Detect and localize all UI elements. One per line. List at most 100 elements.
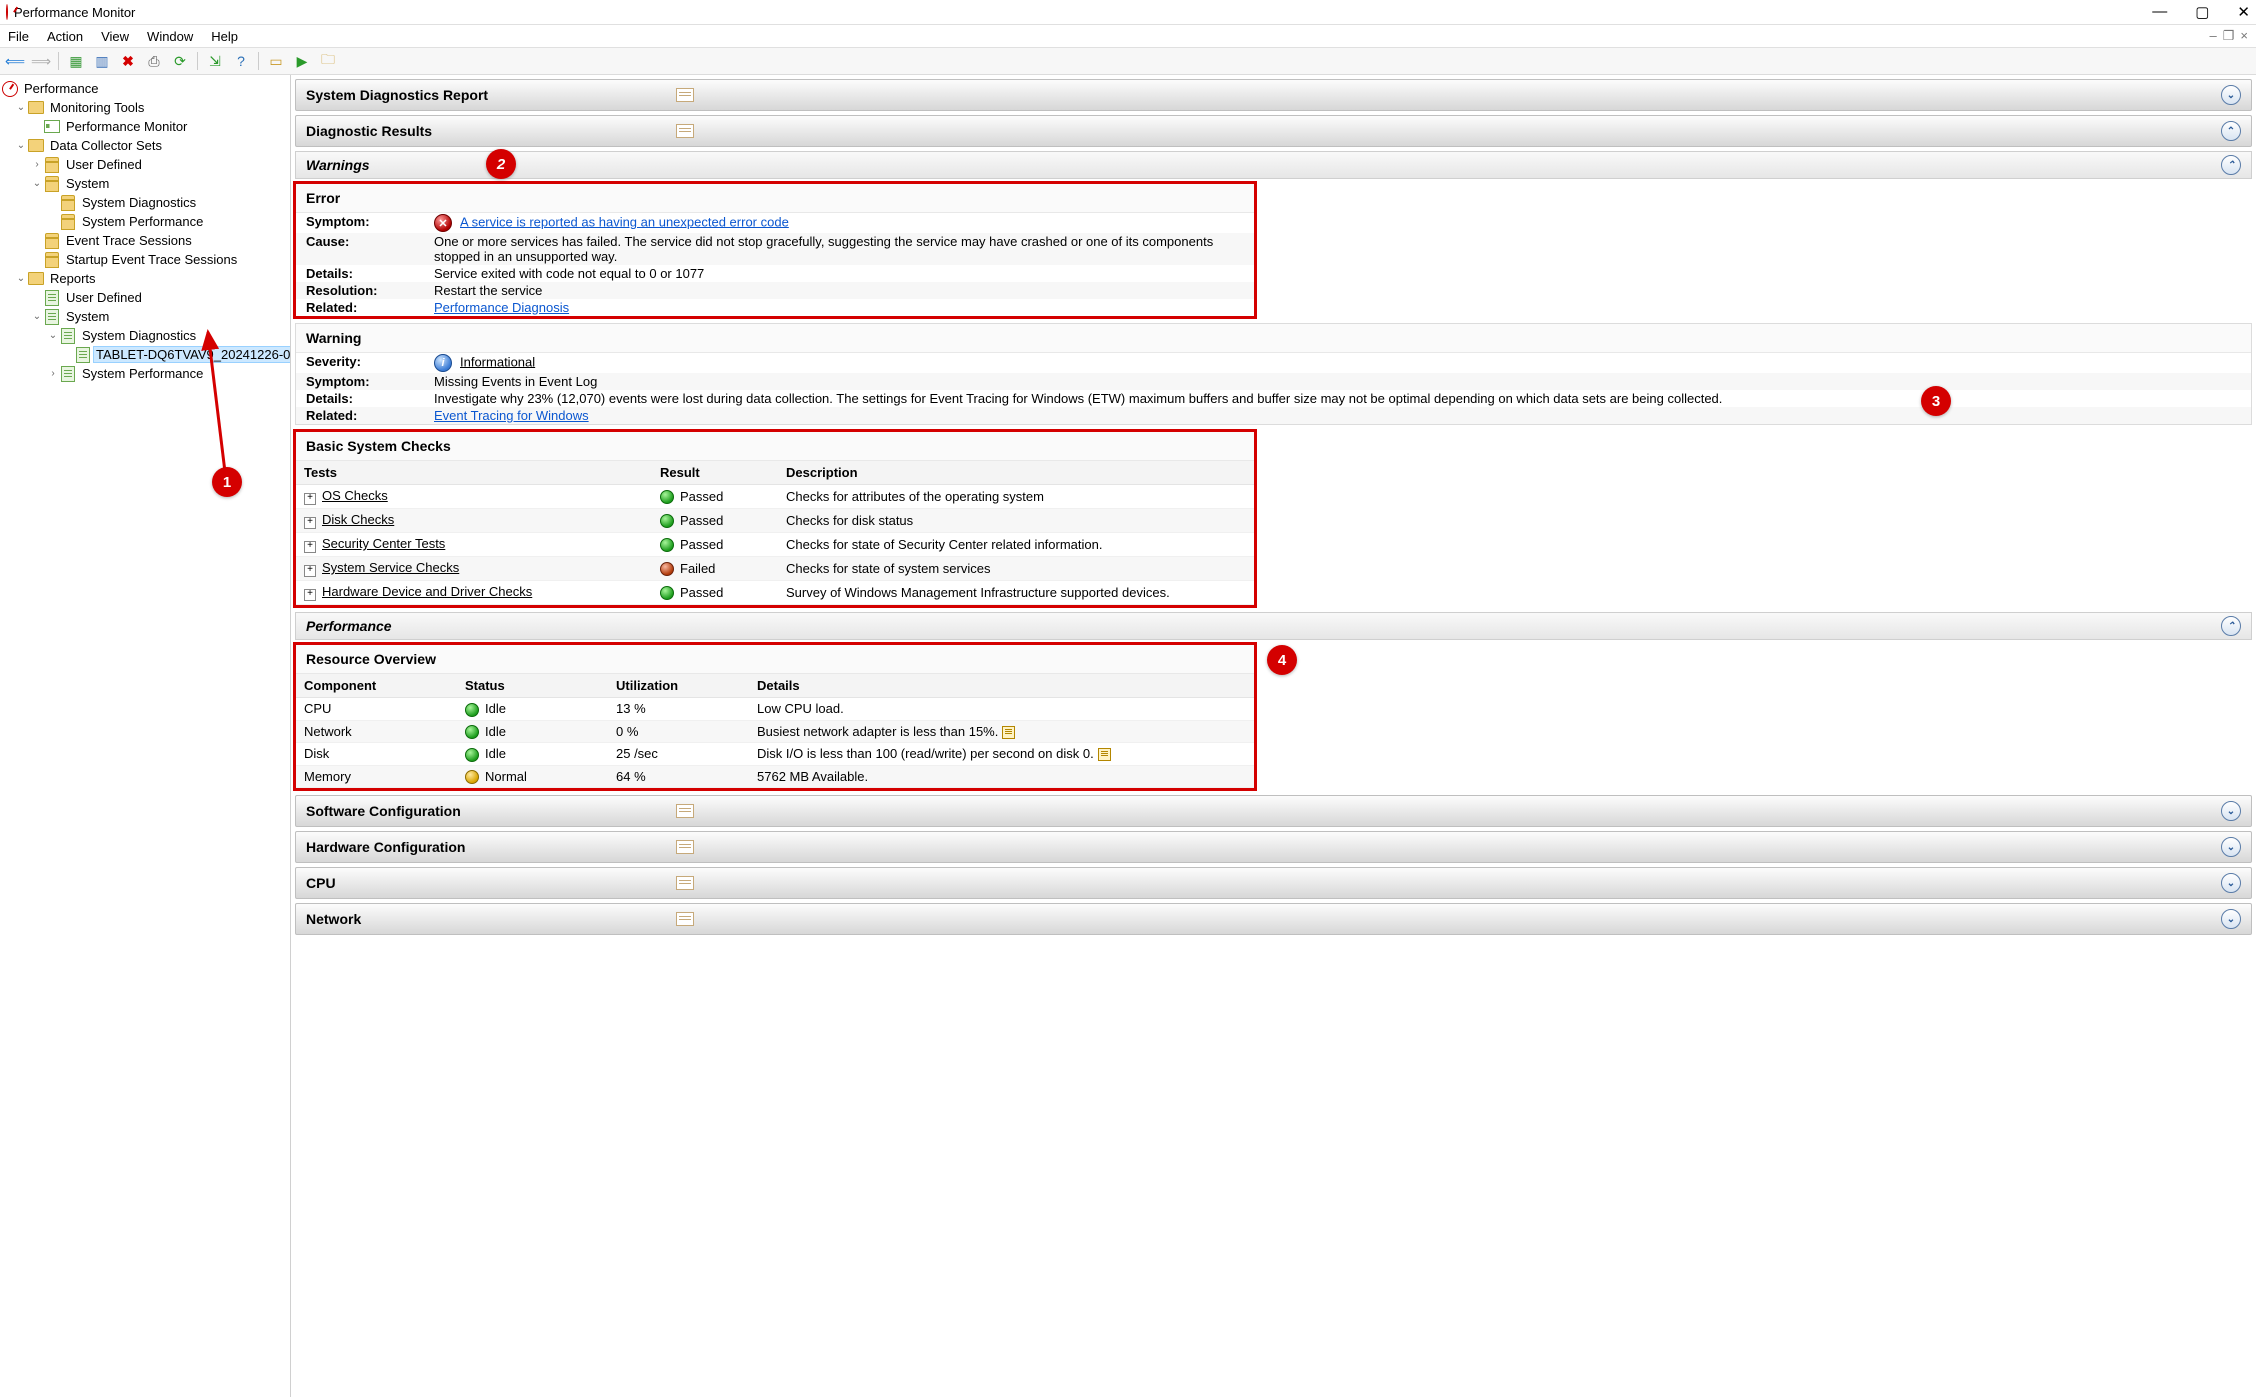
tree-ets[interactable]: Event Trace Sessions [0,231,290,250]
warning-severity-link[interactable]: Informational [460,354,535,369]
status-dot-icon [465,703,479,717]
report-content[interactable]: System Diagnostics Report⌄ Diagnostic Re… [291,75,2256,1397]
tree-dcs-system[interactable]: ⌄System [0,174,290,193]
collapse-icon[interactable]: ⌄ [14,273,28,284]
expand-toggle-icon[interactable]: ⌄ [2221,873,2241,893]
toolbar-show-icon[interactable]: ▥ [91,50,113,72]
table-icon [676,876,694,890]
status-dot-icon [660,514,674,528]
warning-panel: Warning Severity:iInformational Symptom:… [295,323,2252,425]
resov-table: Component Status Utilization Details CPU… [296,674,1254,788]
close-button[interactable]: ✕ [2237,3,2250,21]
status-dot-icon [660,562,674,576]
annotation-arrow-1 [200,327,240,477]
expand-row-icon[interactable]: + [304,565,316,577]
performance-header[interactable]: Performance⌃ [295,612,2252,640]
error-related-link[interactable]: Performance Diagnosis [434,300,569,315]
expand-toggle-icon[interactable]: ⌄ [2221,85,2241,105]
expand-toggle-icon[interactable]: ⌄ [2221,837,2241,857]
tree-reports-system[interactable]: ⌄System [0,307,290,326]
tree-reports-sys-diag[interactable]: ⌄System Diagnostics [0,326,290,345]
window-title: Performance Monitor [14,5,135,20]
navigation-tree[interactable]: Performance ⌄Monitoring Tools Performanc… [0,75,291,1397]
sw-config-header[interactable]: Software Configuration⌄ [295,795,2252,827]
minimize-button[interactable]: — [2152,3,2167,21]
app-icon [6,5,8,19]
bsc-test-link[interactable]: Hardware Device and Driver Checks [322,584,532,599]
tree-reports-sys-perf[interactable]: ›System Performance [0,364,290,383]
table-icon [676,804,694,818]
collapse-icon[interactable]: ⌄ [30,311,44,322]
resource-overview-panel: Resource Overview Component Status Utili… [295,644,1255,789]
toolbar-refresh-icon[interactable]: ⟳ [169,50,191,72]
cpu-header[interactable]: CPU⌄ [295,867,2252,899]
menu-view[interactable]: View [101,29,129,44]
back-button[interactable]: ⟸ [4,50,26,72]
error-symptom-link[interactable]: A service is reported as having an unexp… [460,214,789,229]
expand-toggle-icon[interactable]: ⌄ [2221,801,2241,821]
bsc-test-link[interactable]: System Service Checks [322,560,459,575]
tree-startup-ets[interactable]: Startup Event Trace Sessions [0,250,290,269]
toolbar-delete-icon[interactable]: ✖ [117,50,139,72]
collapse-icon[interactable]: ⌄ [46,330,60,341]
mdi-close-icon[interactable]: × [2240,28,2248,44]
sdr-header[interactable]: System Diagnostics Report⌄ [295,79,2252,111]
warnings-header[interactable]: Warnings⌃ 2 [295,151,2252,179]
note-icon[interactable] [1098,748,1111,761]
note-icon[interactable] [1002,726,1015,739]
collapse-toggle-icon[interactable]: ⌃ [2221,155,2241,175]
title-bar: Performance Monitor — ▢ ✕ [0,0,2256,25]
status-dot-icon [660,538,674,552]
menu-window[interactable]: Window [147,29,193,44]
diag-results-header[interactable]: Diagnostic Results⌃ [295,115,2252,147]
collapse-toggle-icon[interactable]: ⌃ [2221,121,2241,141]
network-header[interactable]: Network⌄ [295,903,2252,935]
toolbar: ⟸ ⟹ ▦ ▥ ✖ ⎙ ⟳ ⇲ ? ▭ ▶ 🗀 [0,48,2256,75]
expand-icon[interactable]: › [46,368,60,379]
table-icon [676,840,694,854]
toolbar-export-icon[interactable]: ⇲ [204,50,226,72]
bsc-test-link[interactable]: Security Center Tests [322,536,445,551]
tree-dcs-user-defined[interactable]: ›User Defined [0,155,290,174]
toolbar-folder-icon[interactable]: 🗀 [317,50,339,72]
expand-row-icon[interactable]: + [304,493,316,505]
menu-help[interactable]: Help [211,29,238,44]
expand-row-icon[interactable]: + [304,541,316,553]
toolbar-print-icon[interactable]: ⎙ [143,50,165,72]
tree-reports-user-defined[interactable]: User Defined [0,288,290,307]
tree-performance-monitor[interactable]: Performance Monitor [0,117,290,136]
toolbar-help-icon[interactable]: ? [230,50,252,72]
collapse-icon[interactable]: ⌄ [14,102,28,113]
tree-monitoring-tools[interactable]: ⌄Monitoring Tools [0,98,290,117]
toolbar-play-icon[interactable]: ▶ [291,50,313,72]
toolbar-window-icon[interactable]: ▭ [265,50,287,72]
annotation-callout-2: 2 [486,149,516,179]
db-icon [44,233,60,249]
warning-related-link[interactable]: Event Tracing for Windows [434,408,589,423]
expand-toggle-icon[interactable]: ⌄ [2221,909,2241,929]
tree-report-instance[interactable]: TABLET-DQ6TVAV9_20241226-000001 [0,345,290,364]
tree-root[interactable]: Performance [0,79,290,98]
bsc-test-link[interactable]: Disk Checks [322,512,394,527]
error-panel: Error Symptom:✕A service is reported as … [295,183,1255,317]
bsc-test-link[interactable]: OS Checks [322,488,388,503]
mdi-minimize-icon[interactable]: – [2210,28,2217,44]
toolbar-new-icon[interactable]: ▦ [65,50,87,72]
tree-dcs-sys-diag[interactable]: System Diagnostics [0,193,290,212]
collapse-icon[interactable]: ⌄ [14,140,28,151]
collapse-toggle-icon[interactable]: ⌃ [2221,616,2241,636]
menu-file[interactable]: File [8,29,29,44]
expand-row-icon[interactable]: + [304,589,316,601]
menu-action[interactable]: Action [47,29,83,44]
tree-data-collector-sets[interactable]: ⌄Data Collector Sets [0,136,290,155]
tree-reports[interactable]: ⌄Reports [0,269,290,288]
tree-dcs-sys-perf[interactable]: System Performance [0,212,290,231]
collapse-icon[interactable]: ⌄ [30,178,44,189]
expand-icon[interactable]: › [30,159,44,170]
warning-title: Warning [296,324,2251,353]
maximize-button[interactable]: ▢ [2195,3,2209,21]
expand-row-icon[interactable]: + [304,517,316,529]
hw-config-header[interactable]: Hardware Configuration⌄ [295,831,2252,863]
mdi-restore-icon[interactable]: ❐ [2223,28,2235,44]
forward-button[interactable]: ⟹ [30,50,52,72]
